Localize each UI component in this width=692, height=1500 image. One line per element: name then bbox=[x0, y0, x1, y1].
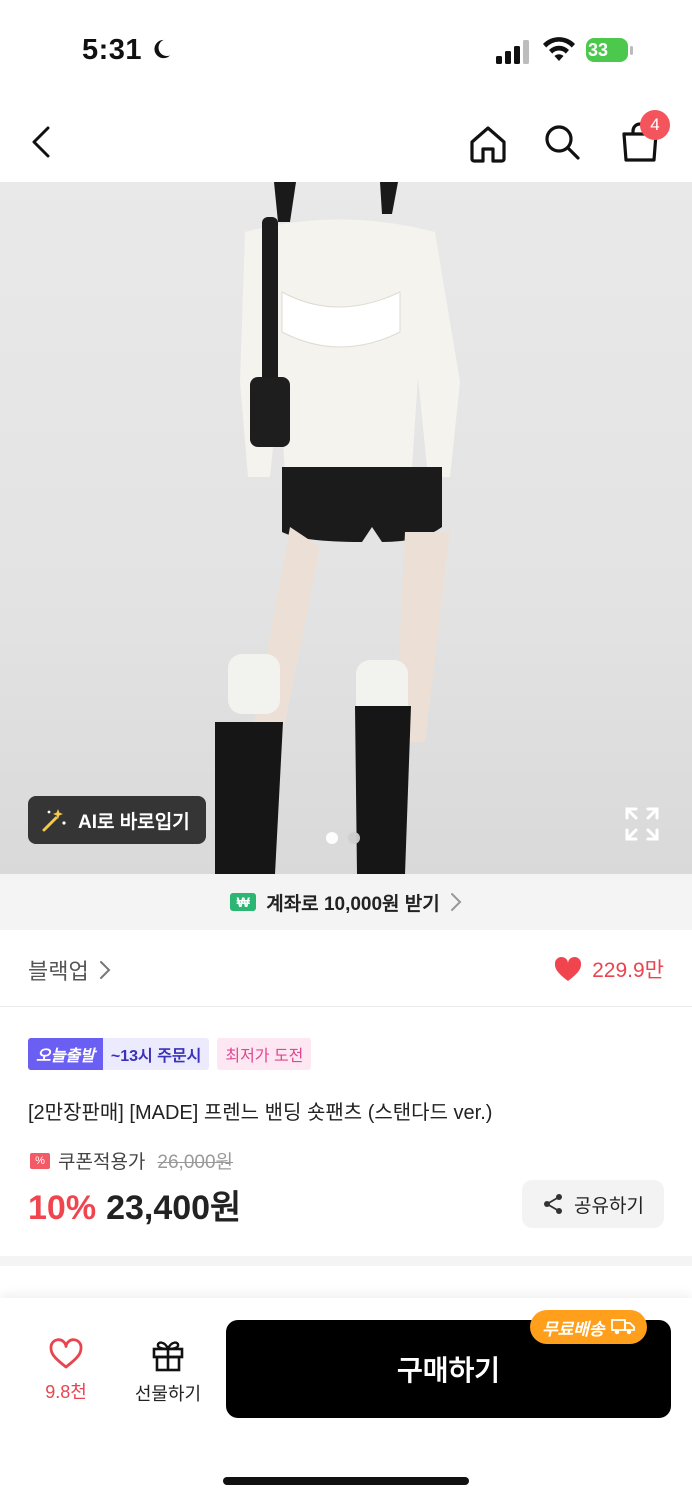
magic-wand-icon bbox=[42, 809, 66, 832]
product-image[interactable] bbox=[0, 182, 692, 874]
coupon-label: 쿠폰적용가 bbox=[58, 1152, 146, 1173]
expand-icon[interactable] bbox=[624, 806, 660, 842]
share-label: 공유하기 bbox=[574, 1195, 644, 1217]
chevron-right-icon bbox=[99, 961, 111, 979]
tag-lowest-price: 최저가 도전 bbox=[217, 1038, 312, 1070]
original-price: 26,000원 bbox=[157, 1152, 233, 1173]
tag-order-deadline: ~13시 주문시 bbox=[102, 1038, 210, 1070]
home-button[interactable] bbox=[464, 120, 512, 168]
coupon-icon: % bbox=[30, 1152, 50, 1169]
product-tags: 오늘출발 ~13시 주문시 최저가 도전 bbox=[28, 1038, 312, 1070]
share-button[interactable]: 공유하기 bbox=[522, 1180, 664, 1228]
heart-outline-icon bbox=[49, 1338, 83, 1369]
search-button[interactable] bbox=[538, 118, 586, 166]
battery-indicator: 33 bbox=[586, 38, 634, 64]
page-dot-active bbox=[326, 832, 338, 844]
share-icon bbox=[544, 1194, 563, 1214]
wifi-icon bbox=[543, 37, 575, 61]
home-indicator bbox=[223, 1477, 469, 1485]
sale-price: 23,400원 bbox=[106, 1189, 242, 1227]
chevron-right-icon bbox=[450, 893, 462, 911]
price-row: 10% 23,400원 bbox=[28, 1180, 241, 1229]
section-separator bbox=[0, 1256, 692, 1266]
gift-label: 선물하기 bbox=[134, 1384, 202, 1404]
ai-try-on-label: AI로 바로입기 bbox=[78, 811, 190, 833]
free-shipping-badge: 무료배송 bbox=[530, 1310, 647, 1344]
tag-today-ship: 오늘출발 bbox=[28, 1038, 103, 1070]
buy-label: 구매하기 bbox=[396, 1355, 501, 1386]
page-dot bbox=[348, 832, 360, 844]
heart-filled-icon bbox=[555, 956, 582, 981]
chevron-left-icon bbox=[32, 126, 50, 158]
cart-count-badge: 4 bbox=[640, 110, 670, 140]
brand-name: 블랙업 bbox=[28, 959, 89, 984]
moon-icon bbox=[154, 39, 171, 59]
back-button[interactable] bbox=[18, 118, 66, 166]
status-time: 5:31 bbox=[82, 34, 143, 66]
divider bbox=[0, 1006, 692, 1007]
free-shipping-label: 무료배송 bbox=[542, 1319, 605, 1339]
coupon-price-row: % 쿠폰적용가 26,000원 bbox=[30, 1147, 233, 1174]
bank-transfer-text: 계좌로 10,000원 받기 bbox=[266, 893, 440, 915]
wishlist-button[interactable]: 9.8천 bbox=[28, 1338, 104, 1404]
brand-like-count: 229.9만 bbox=[592, 959, 664, 982]
brand-like-button[interactable]: 229.9만 bbox=[554, 954, 664, 984]
delivery-truck-icon bbox=[610, 1319, 635, 1335]
product-title: [2만장판매] [MADE] 프렌느 밴딩 숏팬츠 (스탠다드 ver.) bbox=[28, 1102, 493, 1124]
home-icon bbox=[470, 126, 506, 163]
brand-link[interactable]: 블랙업 bbox=[28, 954, 111, 986]
gift-icon bbox=[152, 1341, 184, 1372]
product-photo-illustration bbox=[215, 182, 460, 874]
wishlist-count: 9.8천 bbox=[45, 1382, 87, 1402]
bank-transfer-banner[interactable]: ₩ 계좌로 10,000원 받기 bbox=[0, 874, 692, 930]
cellular-signal-icon bbox=[496, 40, 529, 64]
gift-button[interactable]: 선물하기 bbox=[128, 1338, 208, 1406]
discount-rate: 10% bbox=[28, 1189, 97, 1227]
won-badge-icon: ₩ bbox=[230, 893, 257, 911]
image-page-indicator bbox=[326, 832, 360, 844]
ai-try-on-button[interactable]: AI로 바로입기 bbox=[28, 796, 206, 844]
search-icon bbox=[545, 125, 580, 160]
